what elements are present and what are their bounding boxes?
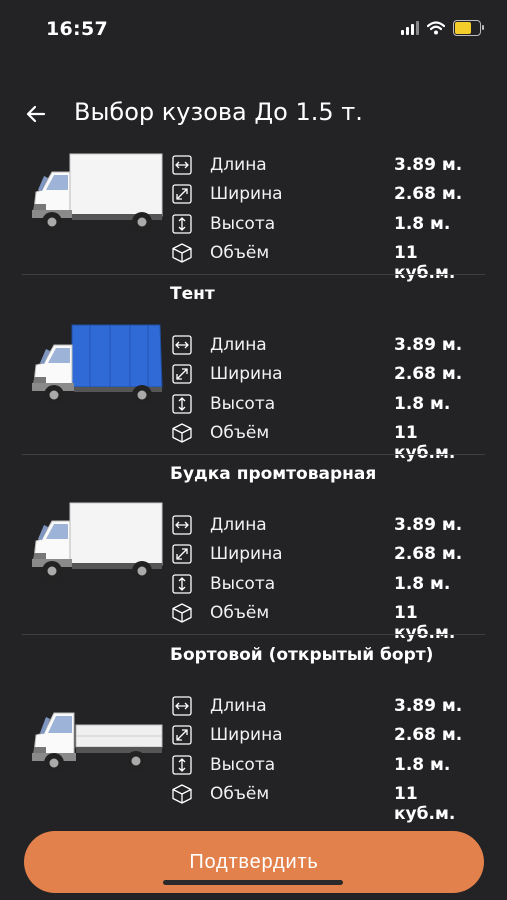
spec-value: 11 куб.м. [394,784,456,825]
spec-label: Длина [210,155,267,175]
spec-value: 3.89 м. [394,696,463,716]
cube-icon [172,603,192,623]
spec-label: Длина [210,335,267,355]
spec-row-width: Ширина 2.68 м. [172,361,482,390]
spec-row-width: Ширина 2.68 м. [172,541,482,570]
diagonal-arrows-icon [172,544,192,564]
horizontal-arrows-icon [172,696,192,716]
spec-value: 2.68 м. [394,184,463,205]
home-indicator[interactable] [163,880,343,885]
cube-icon [172,423,192,443]
confirm-button-label: Подтвердить [189,850,319,873]
horizontal-arrows-icon [172,335,192,355]
spec-label: Объём [210,243,270,264]
spec-list: Длина 3.89 м. Ширина 2.68 м. Высота 1.8 … [172,152,482,283]
flatbed-truck-image [30,695,164,779]
status-time: 16:57 [46,18,108,40]
wifi-icon [427,21,445,35]
spec-label: Высота [210,393,276,414]
spec-list: Длина 3.89 м. Ширина 2.68 м. Высота 1.8 … [172,332,482,463]
spec-label: Высота [210,573,276,594]
spec-label: Ширина [210,544,283,565]
cellular-signal-icon [401,21,419,35]
spec-value: 2.68 м. [394,725,463,746]
spec-row-volume: Объём 11 куб.м. [172,781,482,824]
cube-icon [172,243,192,263]
body-card[interactable]: Будка промтоварная Длина 3.89 м. Ширина … [0,455,507,643]
spec-label: Высота [210,754,276,775]
page-title: Выбор кузова До 1.5 т. [74,98,363,126]
cube-icon [172,784,192,804]
spec-value: 3.89 м. [394,155,463,175]
spec-row-volume: Объём 11 куб.м. [172,240,482,283]
horizontal-arrows-icon [172,515,192,535]
spec-label: Объём [210,603,270,624]
spec-row-volume: Объём 11 куб.м. [172,600,482,643]
tent-truck-image [30,323,164,407]
spec-value: 3.89 м. [394,335,463,355]
spec-value: 1.8 м. [394,754,451,775]
spec-row-length: Длина 3.89 м. [172,332,482,361]
spec-label: Ширина [210,364,283,385]
spec-list: Длина 3.89 м. Ширина 2.68 м. Высота 1.8 … [172,512,482,643]
spec-list: Длина 3.89 м. Ширина 2.68 м. Высота 1.8 … [172,693,482,824]
spec-row-height: Высота 1.8 м. [172,571,482,600]
body-type-title: Будка промтоварная [170,464,377,484]
horizontal-arrows-icon [172,155,192,175]
spec-row-height: Высота 1.8 м. [172,752,482,781]
spec-label: Объём [210,423,270,444]
spec-row-length: Длина 3.89 м. [172,152,482,181]
status-bar: 16:57 [0,0,507,56]
body-type-list: Длина 3.89 м. Ширина 2.68 м. Высота 1.8 … [0,140,507,900]
spec-row-width: Ширина 2.68 м. [172,181,482,210]
spec-label: Высота [210,213,276,234]
spec-row-length: Длина 3.89 м. [172,693,482,722]
spec-value: 1.8 м. [394,213,451,234]
spec-row-height: Высота 1.8 м. [172,211,482,240]
spec-row-width: Ширина 2.68 м. [172,722,482,751]
box-truck-image [30,152,164,236]
spec-label: Ширина [210,725,283,746]
spec-value: 3.89 м. [394,515,463,535]
spec-value: 2.68 м. [394,364,463,385]
diagonal-arrows-icon [172,725,192,745]
body-card[interactable]: Тент Длина 3.89 м. Ширина 2.68 м. Высота… [0,275,507,463]
vertical-arrows-icon [172,755,192,775]
body-type-title: Бортовой (открытый борт) [170,645,434,665]
spec-label: Объём [210,784,270,805]
battery-icon [453,20,484,36]
body-card[interactable]: Длина 3.89 м. Ширина 2.68 м. Высота 1.8 … [0,140,507,283]
spec-label: Ширина [210,184,283,205]
spec-value: 1.8 м. [394,573,451,594]
body-card[interactable]: Бортовой (открытый борт) Длина 3.89 м. Ш… [0,635,507,835]
spec-value: 2.68 м. [394,544,463,565]
box-truck-image [30,501,164,585]
vertical-arrows-icon [172,574,192,594]
spec-row-height: Высота 1.8 м. [172,391,482,420]
vertical-arrows-icon [172,394,192,414]
spec-row-volume: Объём 11 куб.м. [172,420,482,463]
header: Выбор кузова До 1.5 т. [0,94,507,134]
status-icons [401,20,484,36]
body-type-title: Тент [170,284,215,304]
spec-value: 1.8 м. [394,393,451,414]
diagonal-arrows-icon [172,364,192,384]
spec-label: Длина [210,515,267,535]
spec-row-length: Длина 3.89 м. [172,512,482,541]
vertical-arrows-icon [172,214,192,234]
spec-label: Длина [210,696,267,716]
back-arrow-icon[interactable] [22,100,50,128]
diagonal-arrows-icon [172,184,192,204]
